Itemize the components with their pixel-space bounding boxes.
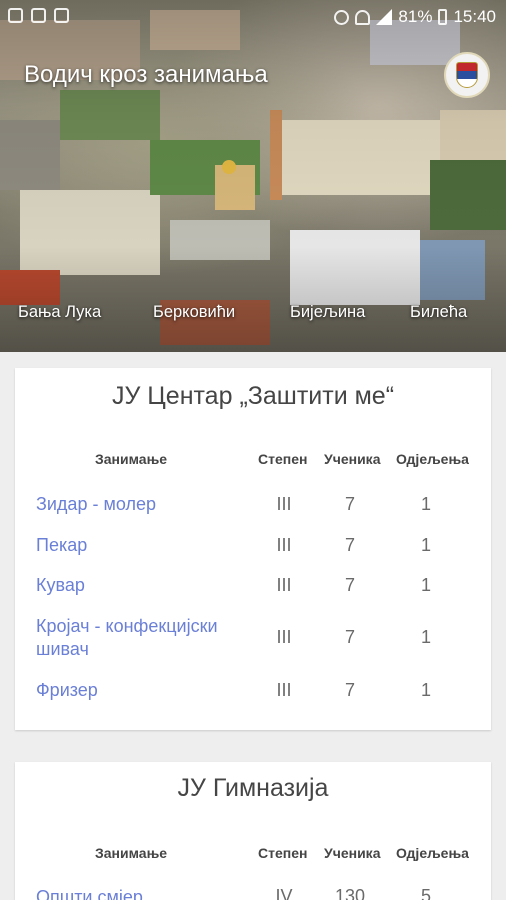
column-header-students: Ученика bbox=[324, 845, 381, 861]
students-cell: 7 bbox=[344, 575, 355, 595]
school-card: ЈУ Гимназија Занимање Степен Ученика Одј… bbox=[15, 762, 491, 900]
school-name: ЈУ Центар „Заштити ме“ bbox=[111, 382, 395, 410]
clock: 15:40 bbox=[453, 7, 496, 26]
classes-cell: 1 bbox=[420, 535, 431, 555]
column-header-occupation: Занимање bbox=[95, 451, 168, 467]
classes-cell: 1 bbox=[420, 494, 431, 514]
alarm-icon bbox=[334, 9, 350, 25]
coat-of-arms-icon bbox=[444, 52, 490, 98]
occupation-link[interactable]: Фризер bbox=[36, 679, 98, 702]
degree-cell: III bbox=[276, 535, 292, 555]
header-image: 81% 15:40 Водич кроз занимања Бања Лука … bbox=[0, 0, 506, 352]
classes-cell: 1 bbox=[420, 680, 431, 700]
classes-cell: 5 bbox=[420, 886, 431, 900]
degree-cell: III bbox=[276, 680, 292, 700]
image-icon bbox=[54, 8, 69, 23]
signal-icon bbox=[376, 9, 393, 25]
students-cell: 7 bbox=[344, 680, 355, 700]
column-header-students: Ученика bbox=[324, 451, 381, 467]
column-header-degree: Степен bbox=[258, 845, 308, 861]
column-header-degree: Степен bbox=[258, 451, 308, 467]
school-name: ЈУ Гимназија bbox=[177, 774, 329, 802]
students-cell: 130 bbox=[334, 886, 366, 900]
degree-cell: IV bbox=[275, 886, 293, 900]
occupation-link[interactable]: Зидар - молер bbox=[36, 493, 156, 516]
tab-bileca[interactable]: Билећа bbox=[410, 303, 467, 322]
wifi-icon bbox=[355, 9, 371, 25]
students-cell: 7 bbox=[344, 627, 355, 647]
occupation-link[interactable]: Општи смјер bbox=[36, 886, 143, 900]
occupation-link[interactable]: Кројач - конфекцијски шивач bbox=[36, 615, 251, 661]
tab-bijeljina[interactable]: Бијељина bbox=[290, 303, 365, 322]
degree-cell: III bbox=[276, 627, 292, 647]
app-title: Водич кроз занимања bbox=[24, 61, 268, 88]
image-icon bbox=[31, 8, 46, 23]
column-header-classes: Одјељења bbox=[396, 845, 469, 861]
degree-cell: III bbox=[276, 494, 292, 514]
classes-cell: 1 bbox=[420, 627, 431, 647]
status-bar: 81% 15:40 bbox=[0, 0, 506, 34]
classes-cell: 1 bbox=[420, 575, 431, 595]
tab-banja-luka[interactable]: Бања Лука bbox=[18, 303, 101, 322]
column-header-classes: Одјељења bbox=[396, 451, 469, 467]
students-cell: 7 bbox=[344, 535, 355, 555]
tab-berkovici[interactable]: Берковићи bbox=[153, 303, 235, 322]
school-card: ЈУ Центар „Заштити ме“ Занимање Степен У… bbox=[15, 368, 491, 730]
occupation-link[interactable]: Пекар bbox=[36, 534, 87, 557]
occupation-link[interactable]: Кувар bbox=[36, 574, 85, 597]
degree-cell: III bbox=[276, 575, 292, 595]
battery-percent: 81% bbox=[398, 7, 433, 26]
students-cell: 7 bbox=[344, 494, 355, 514]
image-icon bbox=[8, 8, 23, 23]
city-tabs: Бања Лука Берковићи Бијељина Билећа bbox=[0, 300, 506, 330]
column-header-occupation: Занимање bbox=[95, 845, 168, 861]
battery-icon bbox=[438, 9, 448, 25]
